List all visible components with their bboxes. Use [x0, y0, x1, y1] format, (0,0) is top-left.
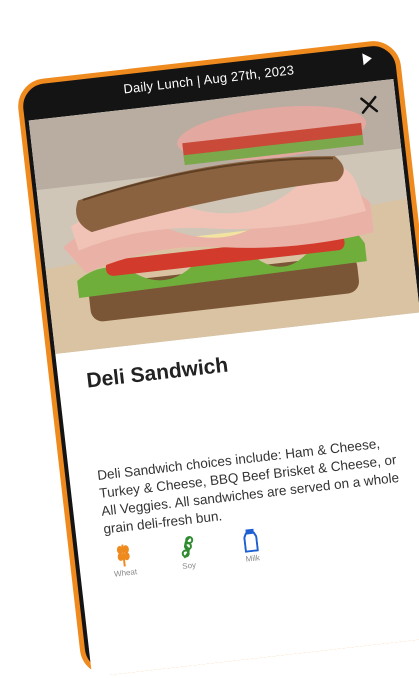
phone-device: Daily Lunch | Aug 27th, 2023 Deli Sandwi…: [15, 38, 419, 678]
allergen-label: Milk: [245, 553, 261, 564]
milk-icon: [243, 528, 259, 553]
wheat-icon: [116, 544, 130, 567]
close-icon: [360, 95, 379, 114]
allergen-wheat: Wheat: [105, 541, 143, 580]
sandwich-photo: [28, 78, 419, 355]
play-icon[interactable]: [362, 52, 373, 66]
close-button[interactable]: [355, 90, 384, 119]
item-title: Deli Sandwich: [85, 353, 230, 393]
menu-item-card: Deli Sandwich Deli Sandwich choices incl…: [28, 78, 419, 677]
soy-icon: [181, 536, 194, 559]
allergen-soy: Soy: [169, 533, 207, 572]
allergen-label: Wheat: [113, 567, 138, 579]
allergen-milk: Milk: [232, 526, 270, 565]
item-description: Deli Sandwich choices include: Ham & Che…: [96, 435, 400, 537]
allergen-label: Soy: [181, 560, 197, 571]
